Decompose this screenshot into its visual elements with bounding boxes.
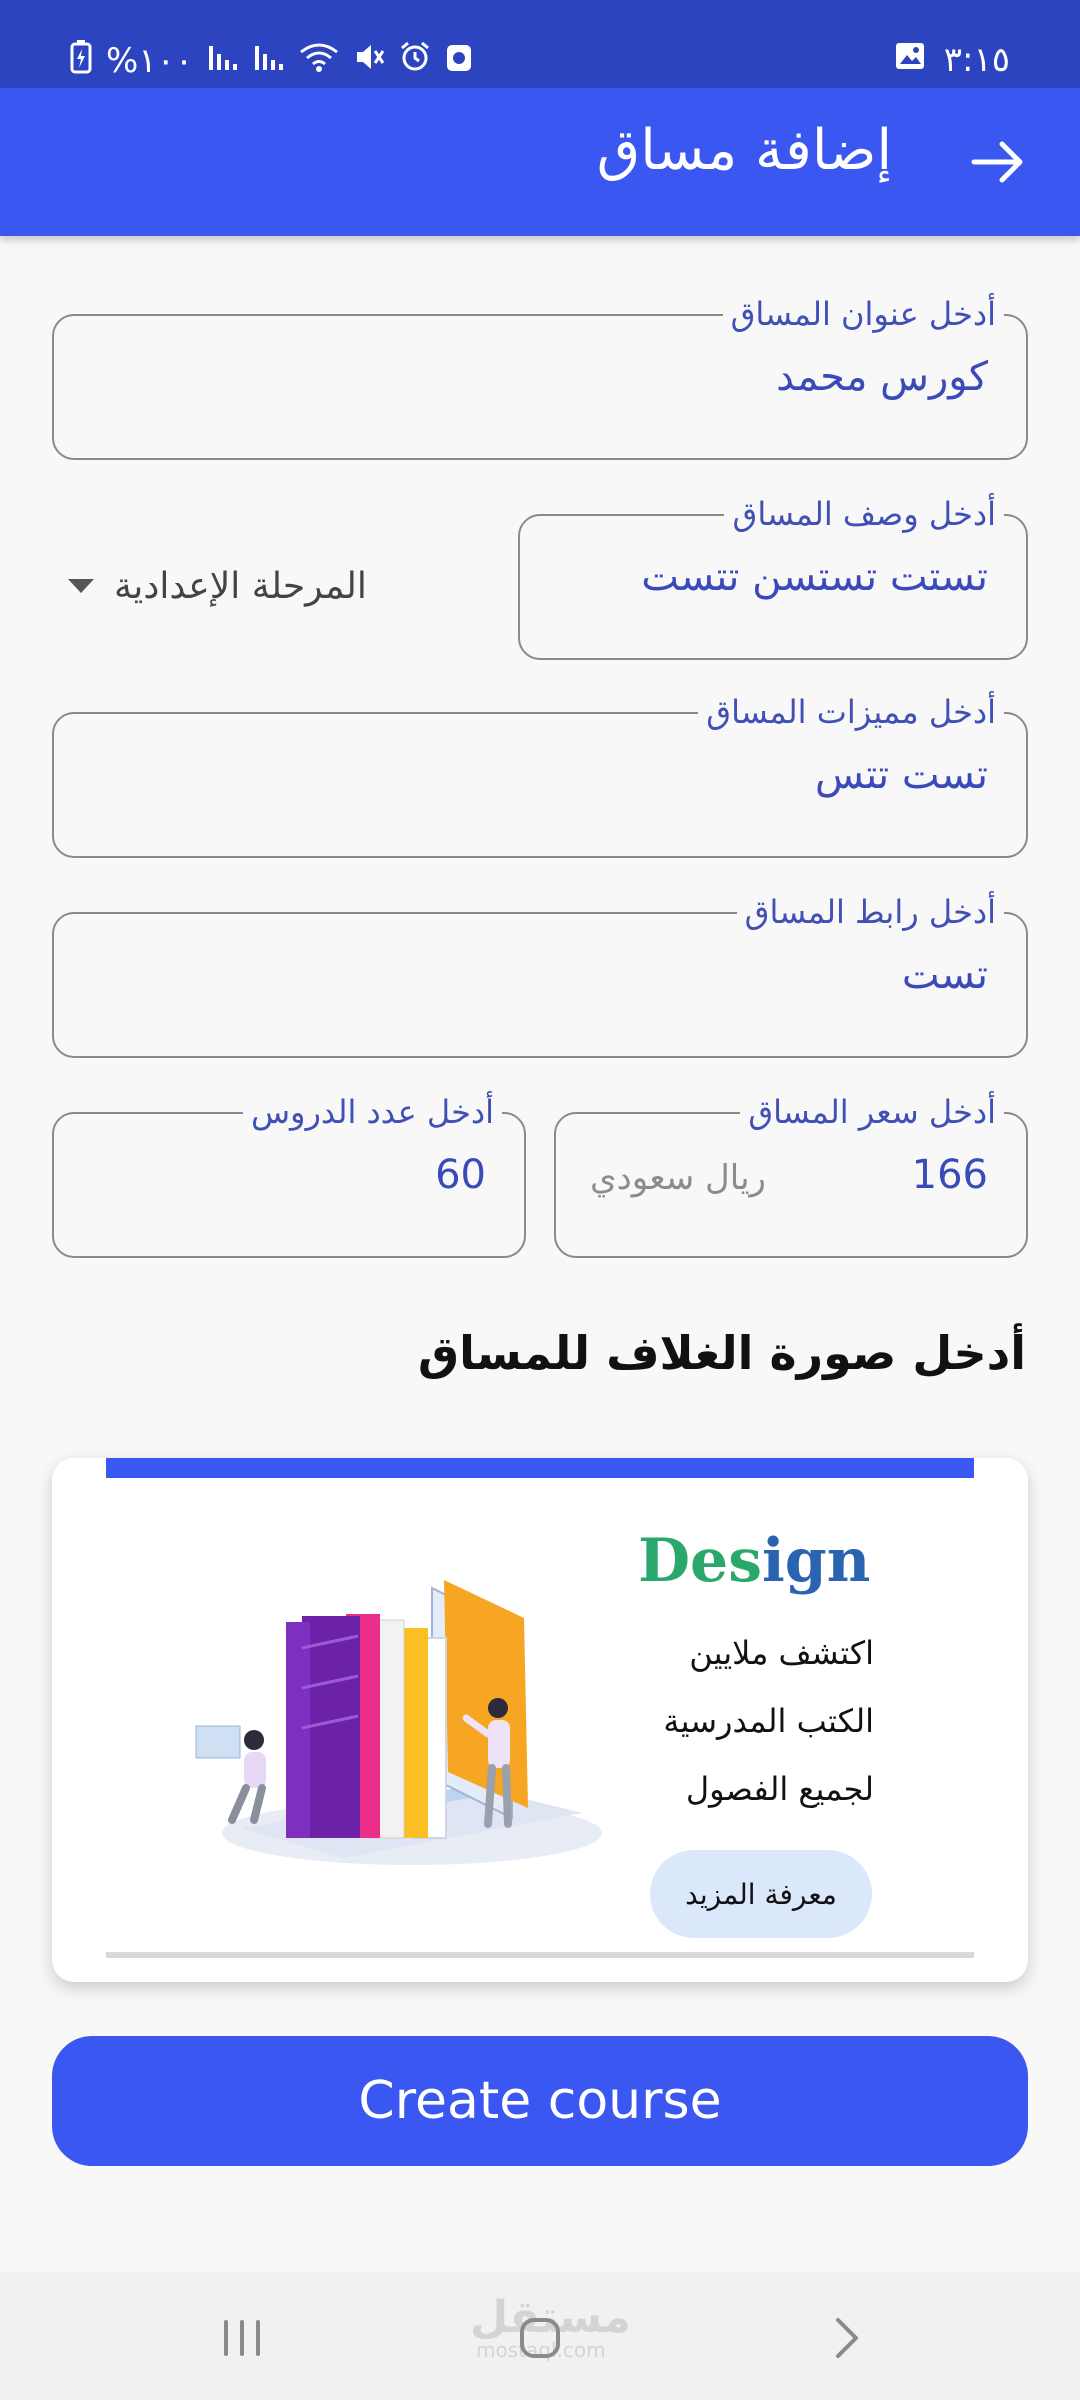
app-notification-icon [445, 41, 473, 81]
status-bar: %١٠٠ ٣:١٥ [0, 0, 1080, 88]
promo-line-1: اكتشف ملايين [689, 1634, 874, 1672]
course-title-field[interactable]: أدخل عنوان المساق كورس محمد [52, 294, 1028, 460]
arrow-right-icon[interactable] [964, 128, 1032, 196]
course-price-value: 166 [911, 1152, 988, 1198]
course-description-value: تستت تستسن تتست [641, 554, 988, 600]
course-features-label: أدخل مميزات المساق [698, 692, 1004, 732]
signal-2-icon [253, 42, 285, 80]
chevron-down-icon [68, 579, 94, 593]
image-notification-icon [894, 41, 926, 79]
clock: ٣:١٥ [943, 40, 1010, 80]
signal-1-icon [207, 42, 239, 80]
status-icons-right: ٣:١٥ [894, 40, 1010, 80]
stage-dropdown-value: المرحلة الإعدادية [114, 565, 367, 607]
course-features-value: تست تتس [814, 752, 988, 798]
cover-image-card[interactable]: Design اكتشف ملايين الكتب المدرسية لجميع… [52, 1458, 1028, 1982]
banner-top-stripe [106, 1458, 974, 1478]
banner-bottom-stripe [106, 1952, 974, 1958]
lessons-count-field[interactable]: أدخل عدد الدروس 60 [52, 1092, 526, 1258]
course-price-field[interactable]: أدخل سعر المساق 166 ريال سعودي [554, 1092, 1028, 1258]
promo-line-3: لجميع الفصول [685, 1770, 874, 1808]
course-price-label: أدخل سعر المساق [740, 1092, 1004, 1132]
promo-line-2: الكتب المدرسية [663, 1702, 874, 1740]
learn-more-button[interactable]: معرفة المزيد [650, 1850, 872, 1938]
create-course-button[interactable]: Create course [52, 2036, 1028, 2166]
course-title-label: أدخل عنوان المساق [722, 294, 1004, 334]
currency-suffix: ريال سعودي [590, 1158, 766, 1198]
mute-icon [353, 42, 385, 80]
battery-charging-icon [70, 40, 92, 82]
lessons-count-label: أدخل عدد الدروس [242, 1092, 502, 1132]
system-nav-bar: مستقل mostaql.com [0, 2272, 1080, 2400]
app-bar: إضافة مساق [0, 88, 1080, 236]
cover-image-heading: أدخل صورة الغلاف للمساق [417, 1326, 1026, 1380]
course-features-field[interactable]: أدخل مميزات المساق تست تتس [52, 692, 1028, 858]
stage-dropdown[interactable]: المرحلة الإعدادية [68, 558, 388, 614]
recent-apps-icon[interactable] [212, 2308, 272, 2368]
course-title-value: كورس محمد [776, 354, 988, 400]
home-icon[interactable] [510, 2308, 570, 2368]
course-link-label: أدخل رابط المساق [736, 892, 1004, 932]
course-link-value: تست [901, 952, 988, 998]
page-title: إضافة مساق [596, 118, 892, 183]
status-icons-left: %١٠٠ [70, 40, 473, 82]
wifi-icon [299, 42, 339, 80]
battery-level: %١٠٠ [106, 41, 194, 81]
design-logo: Design [638, 1526, 871, 1596]
lessons-count-value: 60 [435, 1152, 486, 1198]
books-illustration [195, 1580, 602, 1865]
course-description-field[interactable]: أدخل وصف المساق تستت تستسن تتست [518, 494, 1028, 660]
course-link-field[interactable]: أدخل رابط المساق تست [52, 892, 1028, 1058]
alarm-icon [399, 41, 431, 81]
course-description-label: أدخل وصف المساق [724, 494, 1004, 534]
back-nav-icon[interactable] [816, 2308, 876, 2368]
